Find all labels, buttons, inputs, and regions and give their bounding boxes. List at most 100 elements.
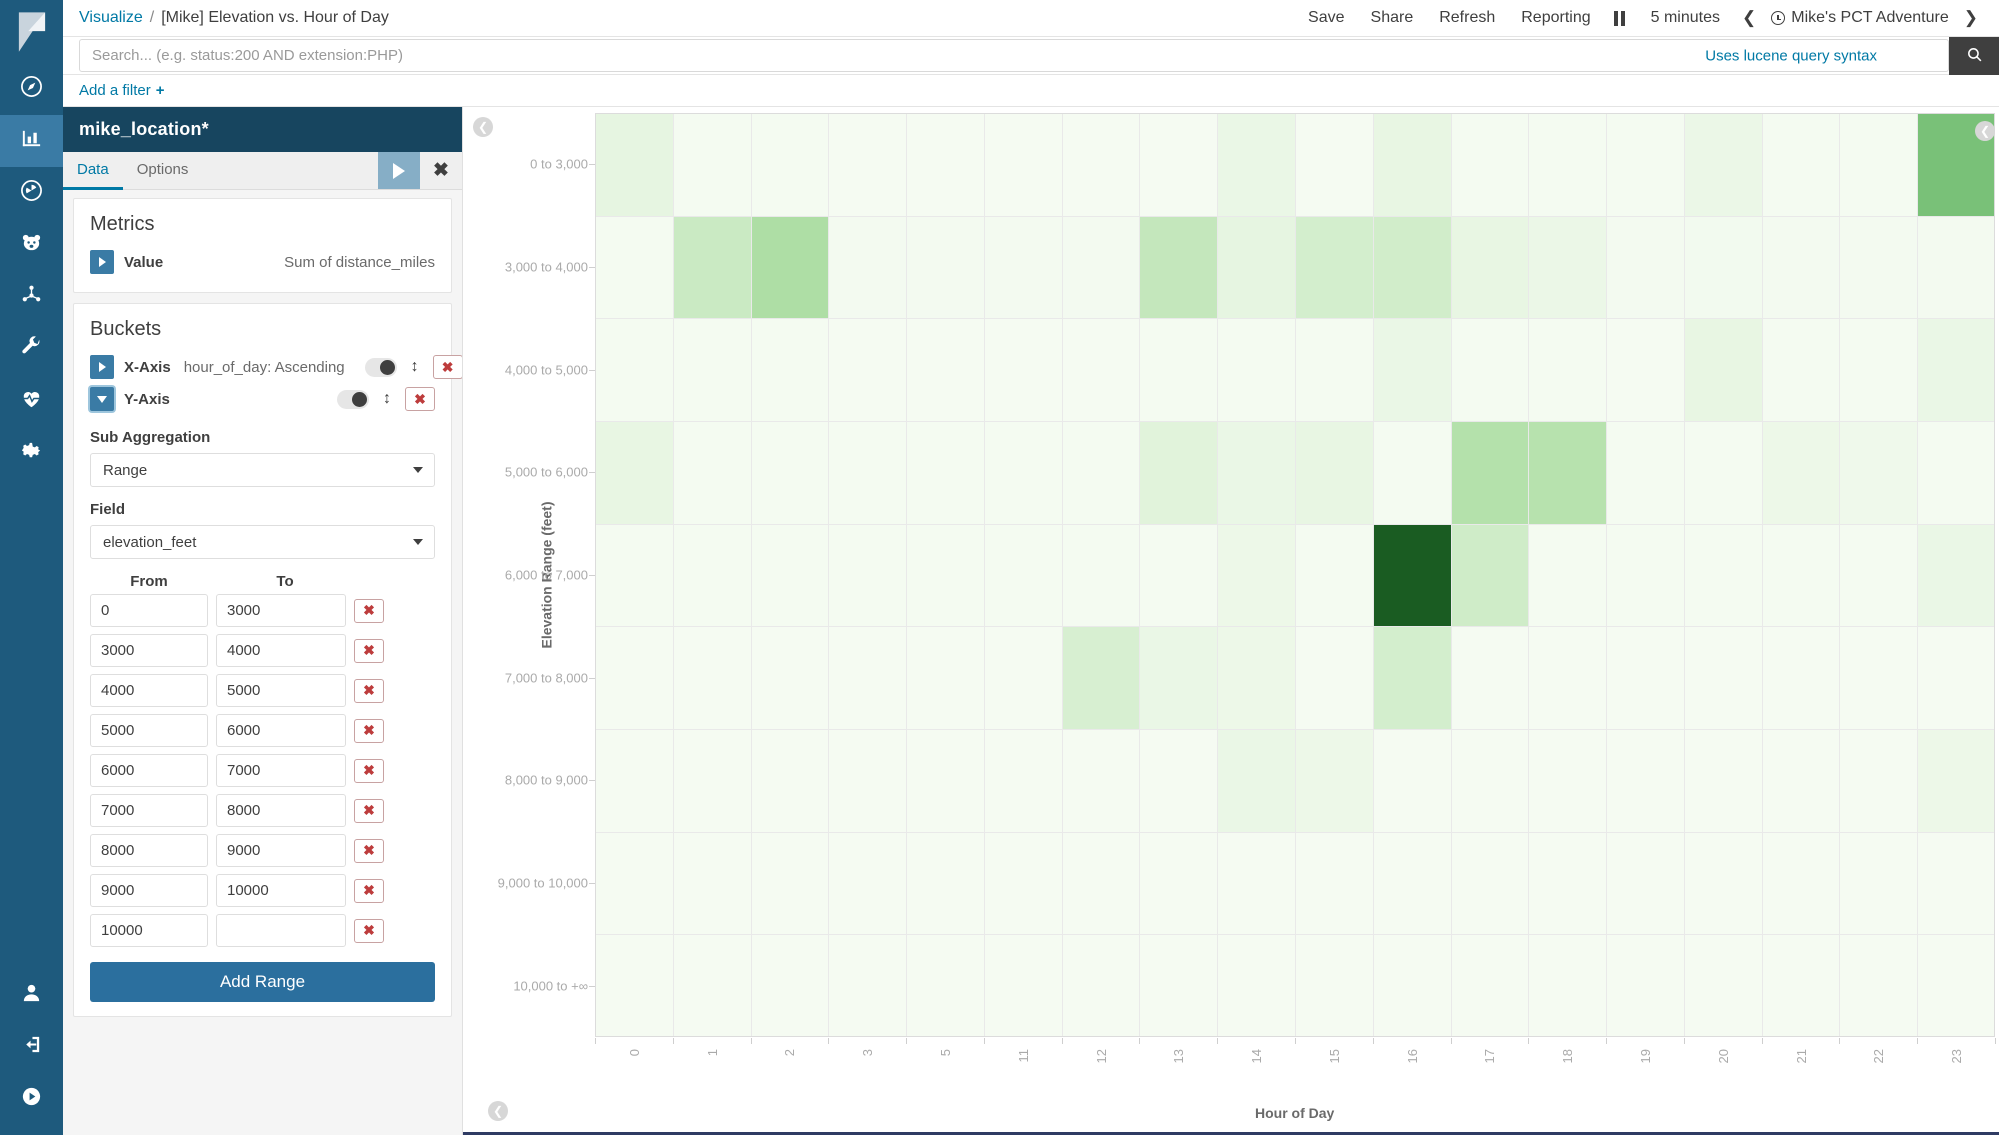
refresh-interval-label[interactable]: 5 minutes xyxy=(1638,9,1733,27)
heatmap-cell[interactable] xyxy=(672,729,751,832)
heatmap-cell[interactable] xyxy=(1295,626,1373,730)
heatmap-cell[interactable] xyxy=(750,934,829,1038)
heatmap-cell[interactable] xyxy=(1295,523,1373,627)
heatmap-cell[interactable] xyxy=(1061,831,1140,935)
heatmap-cell[interactable] xyxy=(906,523,985,627)
bucket-row-y-axis[interactable]: Y-Axis ↕ ✖ xyxy=(90,383,435,415)
sidebar-item-discover[interactable] xyxy=(0,63,63,115)
heatmap-cell[interactable] xyxy=(750,831,829,935)
search-input[interactable] xyxy=(79,39,1949,72)
range-from-input-0[interactable] xyxy=(90,594,208,627)
heatmap-cell[interactable] xyxy=(828,113,907,216)
heatmap-cell[interactable] xyxy=(1217,113,1296,216)
heatmap-cell[interactable] xyxy=(750,729,829,832)
pause-icon[interactable] xyxy=(1604,10,1638,26)
heatmap-cell[interactable] xyxy=(1061,215,1140,319)
heatmap-cell[interactable] xyxy=(1061,421,1140,524)
heatmap-cell[interactable] xyxy=(672,113,751,216)
heatmap-cell[interactable] xyxy=(906,934,985,1038)
heatmap-cell[interactable] xyxy=(1683,831,1762,935)
range-remove-button-5[interactable]: ✖ xyxy=(354,798,384,823)
heatmap-cell[interactable] xyxy=(1917,831,1996,935)
heatmap-cell[interactable] xyxy=(595,523,673,627)
x-axis-expand-toggle[interactable] xyxy=(90,355,114,379)
range-from-input-2[interactable] xyxy=(90,674,208,707)
sidebar-item-dashboard[interactable] xyxy=(0,167,63,219)
heatmap-cell[interactable] xyxy=(1372,215,1451,319)
collapse-legend-button[interactable]: ❮ xyxy=(488,1101,508,1121)
range-to-input-3[interactable] xyxy=(216,714,346,747)
heatmap-cell[interactable] xyxy=(1683,729,1762,832)
range-from-input-3[interactable] xyxy=(90,714,208,747)
heatmap-cell[interactable] xyxy=(1606,523,1685,627)
heatmap-cell[interactable] xyxy=(1295,318,1373,422)
heatmap-cell[interactable] xyxy=(1528,318,1607,422)
sidebar-item-management[interactable] xyxy=(0,427,63,479)
reporting-button[interactable]: Reporting xyxy=(1508,9,1603,27)
heatmap-cell[interactable] xyxy=(595,318,673,422)
save-button[interactable]: Save xyxy=(1295,9,1357,27)
heatmap-cell[interactable] xyxy=(1061,626,1140,730)
bucket-row-x-axis[interactable]: X-Axis hour_of_day: Ascending ↕ ✖ xyxy=(90,351,462,383)
heatmap-cell[interactable] xyxy=(906,626,985,730)
sidebar-item-dev-tools[interactable] xyxy=(0,323,63,375)
heatmap-cell[interactable] xyxy=(672,831,751,935)
heatmap-cell[interactable] xyxy=(1372,421,1451,524)
time-picker-button[interactable]: Mike's PCT Adventure xyxy=(1765,9,1955,27)
heatmap-cell[interactable] xyxy=(1217,215,1296,319)
heatmap-cell[interactable] xyxy=(1606,729,1685,832)
heatmap-cell[interactable] xyxy=(1761,318,1840,422)
heatmap-cell[interactable] xyxy=(672,215,751,319)
heatmap-cell[interactable] xyxy=(1061,934,1140,1038)
heatmap-cell[interactable] xyxy=(595,113,673,216)
heatmap-cell[interactable] xyxy=(750,318,829,422)
range-remove-button-3[interactable]: ✖ xyxy=(354,718,384,743)
heatmap-cell[interactable] xyxy=(1372,318,1451,422)
heatmap-cell[interactable] xyxy=(1683,934,1762,1038)
heatmap-cell[interactable] xyxy=(983,626,1062,730)
heatmap-cell[interactable] xyxy=(1528,421,1607,524)
lucene-syntax-link[interactable]: Uses lucene query syntax xyxy=(1697,47,1877,64)
heatmap-cell[interactable] xyxy=(828,318,907,422)
heatmap-cell[interactable] xyxy=(672,626,751,730)
heatmap-cell[interactable] xyxy=(906,831,985,935)
heatmap-cell[interactable] xyxy=(1839,523,1918,627)
heatmap-cell[interactable] xyxy=(595,729,673,832)
heatmap-cell[interactable] xyxy=(1606,831,1685,935)
heatmap-cell[interactable] xyxy=(1917,729,1996,832)
heatmap-cell[interactable] xyxy=(906,421,985,524)
editor-scroll-region[interactable]: Metrics Value Sum of distance_miles Buck… xyxy=(63,190,462,1135)
discard-changes-button[interactable]: ✖ xyxy=(420,152,462,189)
heatmap-cell[interactable] xyxy=(828,729,907,832)
heatmap-cell[interactable] xyxy=(983,421,1062,524)
heatmap-cell[interactable] xyxy=(1839,113,1918,216)
heatmap-cell[interactable] xyxy=(983,934,1062,1038)
heatmap-cell[interactable] xyxy=(1217,626,1296,730)
heatmap-cell[interactable] xyxy=(983,523,1062,627)
heatmap-cell[interactable] xyxy=(1061,523,1140,627)
heatmap-cell[interactable] xyxy=(1450,421,1529,524)
heatmap-cell[interactable] xyxy=(1372,626,1451,730)
heatmap-cell[interactable] xyxy=(750,113,829,216)
range-from-input-6[interactable] xyxy=(90,834,208,867)
heatmap-cell[interactable] xyxy=(906,729,985,832)
heatmap-cell[interactable] xyxy=(1917,626,1996,730)
heatmap-cell[interactable] xyxy=(1217,831,1296,935)
heatmap-cell[interactable] xyxy=(1839,626,1918,730)
heatmap-cell[interactable] xyxy=(1372,523,1451,627)
heatmap-cell[interactable] xyxy=(1528,729,1607,832)
add-range-button[interactable]: Add Range xyxy=(90,962,435,1002)
heatmap-cell[interactable] xyxy=(1683,318,1762,422)
range-from-input-5[interactable] xyxy=(90,794,208,827)
y-axis-expand-toggle[interactable] xyxy=(90,387,114,411)
range-to-input-7[interactable] xyxy=(216,874,346,907)
range-remove-button-1[interactable]: ✖ xyxy=(354,638,384,663)
heatmap-cell[interactable] xyxy=(595,626,673,730)
heatmap-cell[interactable] xyxy=(1372,831,1451,935)
user-menu-button[interactable] xyxy=(0,969,63,1021)
heatmap-cell[interactable] xyxy=(828,215,907,319)
range-to-input-2[interactable] xyxy=(216,674,346,707)
heatmap-cell[interactable] xyxy=(1372,113,1451,216)
heatmap-cell[interactable] xyxy=(983,318,1062,422)
heatmap-cell[interactable] xyxy=(1061,113,1140,216)
